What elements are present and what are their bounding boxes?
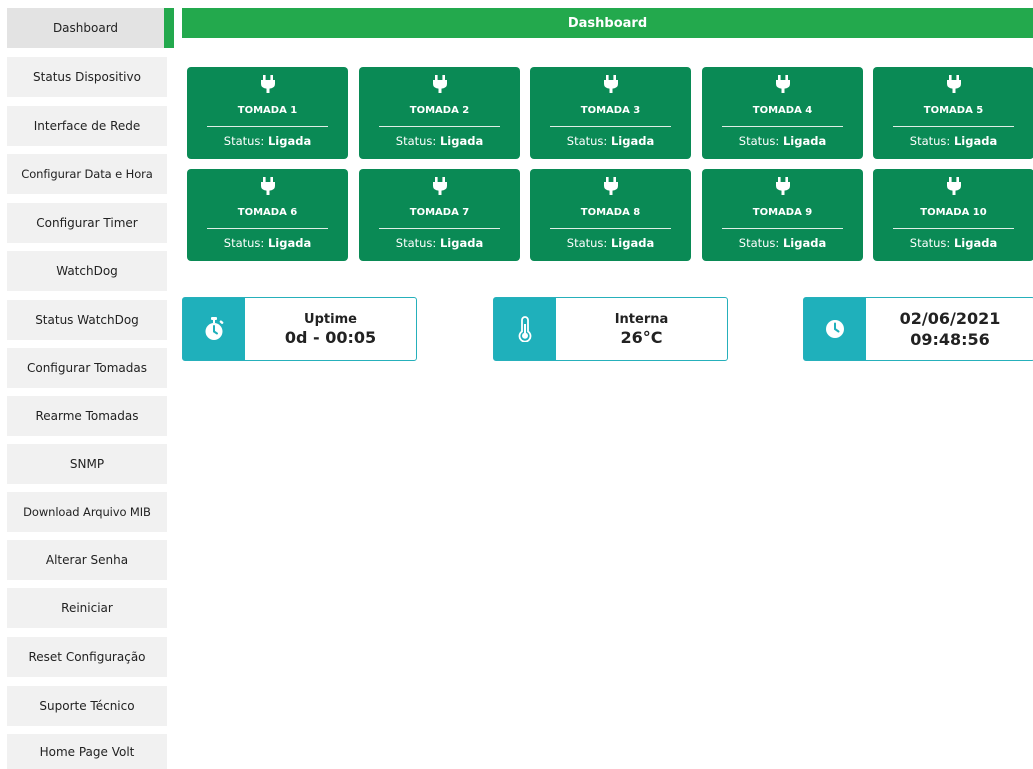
outlet-name: TOMADA 6 bbox=[237, 207, 298, 218]
outlet-card-5[interactable]: TOMADA 5 Status: Ligada bbox=[873, 67, 1033, 159]
plug-icon bbox=[775, 177, 790, 195]
uptime-icon-box bbox=[183, 298, 245, 360]
plug-icon bbox=[260, 177, 275, 195]
sidebar-item-dashboard[interactable]: Dashboard bbox=[7, 8, 174, 48]
sidebar-item-reset-configuracao[interactable]: Reset Configuração bbox=[7, 637, 167, 677]
uptime-text: Uptime 0d - 00:05 bbox=[245, 298, 416, 360]
current-date: 02/06/2021 bbox=[899, 309, 1001, 328]
sidebar-item-status-watchdog[interactable]: Status WatchDog bbox=[7, 300, 167, 340]
plug-icon bbox=[775, 75, 790, 93]
temperature-icon-box bbox=[494, 298, 556, 360]
page-title-bar: Dashboard bbox=[182, 8, 1033, 38]
plug-icon bbox=[432, 75, 447, 93]
outlet-name: TOMADA 7 bbox=[409, 207, 470, 218]
outlet-name: TOMADA 3 bbox=[580, 105, 641, 116]
outlet-status: Status: Ligada bbox=[738, 134, 827, 148]
sidebar-item-configurar-tomadas[interactable]: Configurar Tomadas bbox=[7, 348, 167, 388]
outlet-card-6[interactable]: TOMADA 6 Status: Ligada bbox=[187, 169, 348, 261]
outlet-card-4[interactable]: TOMADA 4 Status: Ligada bbox=[702, 67, 863, 159]
outlet-card-2[interactable]: TOMADA 2 Status: Ligada bbox=[359, 67, 520, 159]
outlet-name: TOMADA 4 bbox=[752, 105, 813, 116]
outlet-name: TOMADA 9 bbox=[752, 207, 813, 218]
outlet-status: Status: Ligada bbox=[566, 134, 655, 148]
outlet-status: Status: Ligada bbox=[223, 236, 312, 250]
sidebar-item-download-arquivo-mib[interactable]: Download Arquivo MIB bbox=[7, 492, 167, 532]
divider bbox=[379, 228, 500, 229]
divider bbox=[207, 126, 328, 127]
sidebar-item-reiniciar[interactable]: Reiniciar bbox=[7, 588, 167, 628]
sidebar-item-configurar-data-e-hora[interactable]: Configurar Data e Hora bbox=[7, 154, 167, 194]
stopwatch-icon bbox=[205, 317, 224, 340]
plug-icon bbox=[946, 75, 961, 93]
plug-icon bbox=[603, 75, 618, 93]
sidebar-item-watchdog[interactable]: WatchDog bbox=[7, 251, 167, 291]
outlet-name: TOMADA 5 bbox=[923, 105, 984, 116]
sidebar-item-alterar-senha[interactable]: Alterar Senha bbox=[7, 540, 167, 580]
temperature-label: Interna bbox=[614, 311, 669, 327]
plug-icon bbox=[603, 177, 618, 195]
uptime-value: 0d - 00:05 bbox=[284, 327, 377, 347]
temperature-value: 26°C bbox=[620, 327, 663, 347]
temperature-text: Interna 26°C bbox=[556, 298, 727, 360]
outlet-status: Status: Ligada bbox=[223, 134, 312, 148]
sidebar-item-interface-de-rede[interactable]: Interface de Rede bbox=[7, 106, 167, 146]
clock-icon bbox=[826, 320, 844, 338]
page-title: Dashboard bbox=[567, 15, 648, 31]
outlet-name: TOMADA 8 bbox=[580, 207, 641, 218]
outlet-status: Status: Ligada bbox=[909, 134, 998, 148]
outlet-status: Status: Ligada bbox=[395, 134, 484, 148]
outlet-card-1[interactable]: TOMADA 1 Status: Ligada bbox=[187, 67, 348, 159]
datetime-text: 02/06/2021 09:48:56 bbox=[866, 298, 1033, 360]
divider bbox=[893, 126, 1014, 127]
outlet-name: TOMADA 10 bbox=[920, 207, 987, 218]
plug-icon bbox=[946, 177, 961, 195]
divider bbox=[379, 126, 500, 127]
outlet-card-9[interactable]: TOMADA 9 Status: Ligada bbox=[702, 169, 863, 261]
current-time: 09:48:56 bbox=[910, 330, 990, 349]
outlet-card-10[interactable]: TOMADA 10 Status: Ligada bbox=[873, 169, 1033, 261]
uptime-card: Uptime 0d - 00:05 bbox=[182, 297, 417, 361]
plug-icon bbox=[432, 177, 447, 195]
thermometer-icon bbox=[518, 316, 532, 342]
uptime-label: Uptime bbox=[304, 311, 357, 327]
datetime-card: 02/06/2021 09:48:56 bbox=[803, 297, 1033, 361]
plug-icon bbox=[260, 75, 275, 93]
sidebar-item-status-dispositivo[interactable]: Status Dispositivo bbox=[7, 57, 167, 97]
divider bbox=[550, 126, 671, 127]
temperature-card: Interna 26°C bbox=[493, 297, 728, 361]
outlet-card-3[interactable]: TOMADA 3 Status: Ligada bbox=[530, 67, 691, 159]
sidebar-item-home-page-volt[interactable]: Home Page Volt bbox=[7, 734, 167, 769]
divider bbox=[893, 228, 1014, 229]
outlet-card-7[interactable]: TOMADA 7 Status: Ligada bbox=[359, 169, 520, 261]
outlet-status: Status: Ligada bbox=[738, 236, 827, 250]
divider bbox=[722, 126, 843, 127]
divider bbox=[722, 228, 843, 229]
outlet-card-8[interactable]: TOMADA 8 Status: Ligada bbox=[530, 169, 691, 261]
outlet-name: TOMADA 1 bbox=[237, 105, 298, 116]
sidebar-item-rearme-tomadas[interactable]: Rearme Tomadas bbox=[7, 396, 167, 436]
divider bbox=[207, 228, 328, 229]
outlet-status: Status: Ligada bbox=[909, 236, 998, 250]
datetime-icon-box bbox=[804, 298, 866, 360]
sidebar-item-snmp[interactable]: SNMP bbox=[7, 444, 167, 484]
sidebar-nav: Dashboard Status Dispositivo Interface d… bbox=[0, 0, 174, 769]
divider bbox=[550, 228, 671, 229]
outlet-name: TOMADA 2 bbox=[409, 105, 470, 116]
sidebar-item-suporte-tecnico[interactable]: Suporte Técnico bbox=[7, 686, 167, 726]
sidebar-item-configurar-timer[interactable]: Configurar Timer bbox=[7, 203, 167, 243]
outlet-status: Status: Ligada bbox=[395, 236, 484, 250]
outlet-status: Status: Ligada bbox=[566, 236, 655, 250]
